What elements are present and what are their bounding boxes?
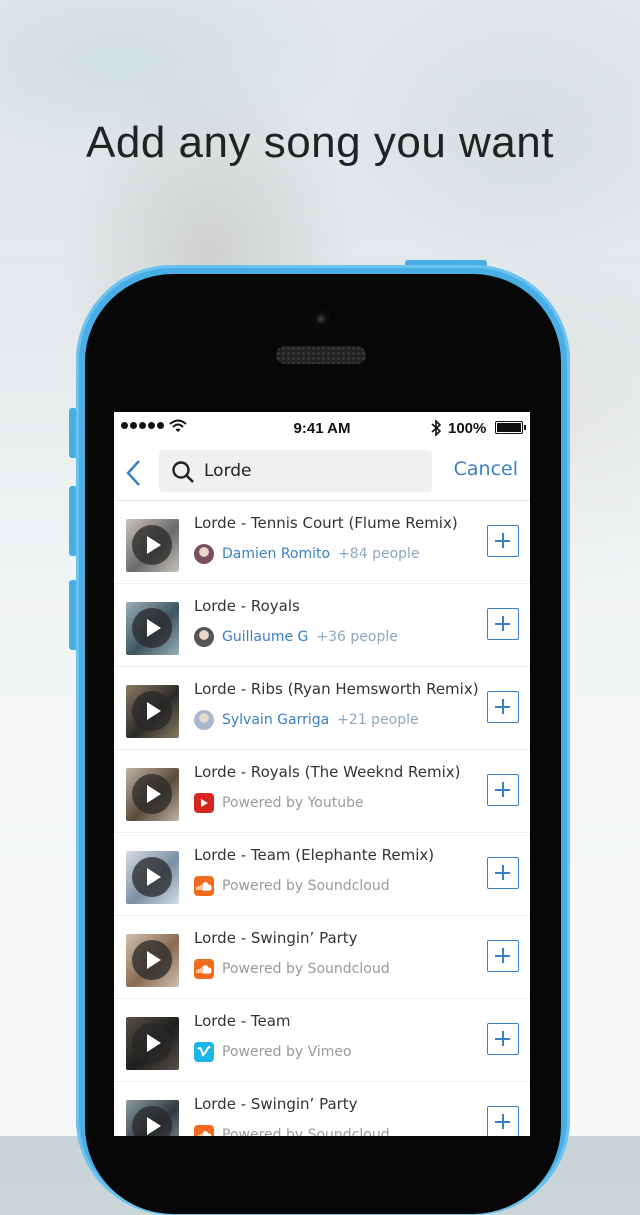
track-subtitle: Sylvain Garriga +21 people xyxy=(194,709,419,731)
track-subtitle: Guillaume G +36 people xyxy=(194,626,398,648)
play-icon[interactable] xyxy=(132,774,172,814)
play-icon[interactable] xyxy=(132,1023,172,1063)
list-item[interactable]: Lorde - Ribs (Ryan Hemsworth Remix) Sylva… xyxy=(114,667,530,750)
play-icon[interactable] xyxy=(132,940,172,980)
add-button[interactable] xyxy=(487,774,519,806)
search-field[interactable] xyxy=(159,450,432,492)
add-button[interactable] xyxy=(487,857,519,889)
list-item[interactable]: Lorde - Tennis Court (Flume Remix) Damien… xyxy=(114,501,530,584)
list-item[interactable]: Lorde - Team Powered by Vimeo xyxy=(114,999,530,1082)
track-title: Lorde - Swingin’ Party xyxy=(194,1095,358,1113)
powered-by-label: Powered by Soundcloud xyxy=(222,1127,390,1136)
user-name[interactable]: Sylvain Garriga xyxy=(222,712,329,728)
play-icon[interactable] xyxy=(132,608,172,648)
user-name[interactable]: Damien Romito xyxy=(222,546,330,562)
phone-screen: 9:41 AM 100% Cancel Lorde - Tennis Court… xyxy=(114,412,530,1136)
user-name[interactable]: Guillaume G xyxy=(222,629,308,645)
add-button[interactable] xyxy=(487,691,519,723)
track-thumbnail[interactable] xyxy=(126,1017,179,1070)
headline: Add any song you want xyxy=(86,118,554,167)
add-button[interactable] xyxy=(487,1106,519,1136)
back-chevron-icon[interactable] xyxy=(124,458,144,488)
add-button[interactable] xyxy=(487,940,519,972)
list-item[interactable]: Lorde - Royals (The Weeknd Remix) Powered… xyxy=(114,750,530,833)
people-count: +84 people xyxy=(338,546,420,562)
list-item[interactable]: Lorde - Swingin’ Party Powered by Soundcl… xyxy=(114,916,530,999)
track-thumbnail[interactable] xyxy=(126,685,179,738)
track-subtitle: Damien Romito +84 people xyxy=(194,543,420,565)
list-item[interactable]: Lorde - Royals Guillaume G +36 people xyxy=(114,584,530,667)
soundcloud-icon xyxy=(194,876,214,896)
avatar xyxy=(194,710,214,730)
track-title: Lorde - Ribs (Ryan Hemsworth Remix) xyxy=(194,680,479,698)
track-subtitle: Powered by Soundcloud xyxy=(194,958,390,980)
track-subtitle: Powered by Youtube xyxy=(194,792,364,814)
results-list: Lorde - Tennis Court (Flume Remix) Damien… xyxy=(114,501,530,1136)
track-thumbnail[interactable] xyxy=(126,768,179,821)
earpiece-speaker xyxy=(276,346,366,364)
track-thumbnail[interactable] xyxy=(126,851,179,904)
powered-by-label: Powered by Soundcloud xyxy=(222,878,390,894)
track-title: Lorde - Royals (The Weeknd Remix) xyxy=(194,763,461,781)
powered-by-label: Powered by Youtube xyxy=(222,795,364,811)
track-title: Lorde - Tennis Court (Flume Remix) xyxy=(194,514,458,532)
cancel-button[interactable]: Cancel xyxy=(454,458,518,480)
avatar xyxy=(194,544,214,564)
add-button[interactable] xyxy=(487,525,519,557)
play-icon[interactable] xyxy=(132,857,172,897)
track-thumbnail[interactable] xyxy=(126,519,179,572)
avatar xyxy=(194,627,214,647)
powered-by-label: Powered by Vimeo xyxy=(222,1044,352,1060)
powered-by-label: Powered by Soundcloud xyxy=(222,961,390,977)
battery-icon xyxy=(495,421,526,434)
track-title: Lorde - Swingin’ Party xyxy=(194,929,358,947)
add-button[interactable] xyxy=(487,608,519,640)
track-subtitle: Powered by Soundcloud xyxy=(194,875,390,897)
track-thumbnail[interactable] xyxy=(126,934,179,987)
track-thumbnail[interactable] xyxy=(126,1100,179,1136)
list-item[interactable]: Lorde - Team (Elephante Remix) Powered by… xyxy=(114,833,530,916)
track-title: Lorde - Royals xyxy=(194,597,300,615)
people-count: +21 people xyxy=(337,712,419,728)
front-camera-icon xyxy=(312,310,330,328)
bluetooth-icon xyxy=(431,419,442,437)
play-icon[interactable] xyxy=(132,525,172,565)
search-icon xyxy=(172,461,194,483)
search-bar: Cancel xyxy=(114,446,530,501)
play-icon[interactable] xyxy=(132,691,172,731)
status-bar: 9:41 AM 100% xyxy=(114,412,530,446)
add-button[interactable] xyxy=(487,1023,519,1055)
track-subtitle: Powered by Soundcloud xyxy=(194,1124,390,1136)
play-icon[interactable] xyxy=(132,1106,172,1136)
vimeo-icon xyxy=(194,1042,214,1062)
track-title: Lorde - Team xyxy=(194,1012,291,1030)
soundcloud-icon xyxy=(194,959,214,979)
track-thumbnail[interactable] xyxy=(126,602,179,655)
soundcloud-icon xyxy=(194,1125,214,1136)
track-subtitle: Powered by Vimeo xyxy=(194,1041,352,1063)
people-count: +36 people xyxy=(316,629,398,645)
search-input[interactable] xyxy=(204,450,424,492)
youtube-icon xyxy=(194,793,214,813)
battery-percentage: 100% xyxy=(448,420,487,437)
list-item[interactable]: Lorde - Swingin’ Party Powered by Soundcl… xyxy=(114,1082,530,1136)
track-title: Lorde - Team (Elephante Remix) xyxy=(194,846,435,864)
